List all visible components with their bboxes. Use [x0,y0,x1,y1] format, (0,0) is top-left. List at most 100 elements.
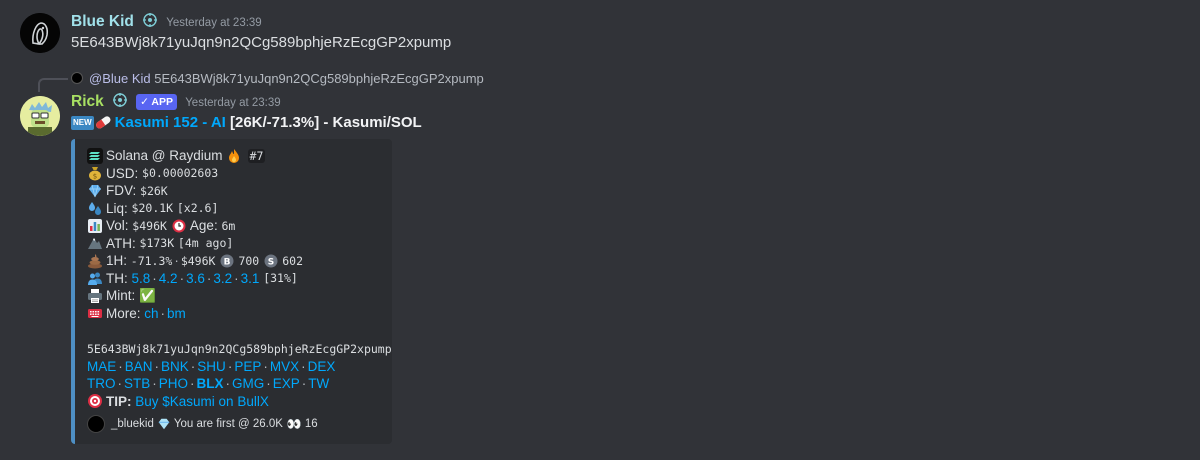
trade-link-gmg[interactable]: GMG [232,376,264,391]
ath-value: $173K [139,236,175,251]
more-label: More: [106,305,141,321]
trade-link-mae[interactable]: MAE [87,359,116,374]
mint-label: Mint: [106,288,136,304]
fdv-line: FDV: $26K [87,182,382,200]
token-embed: Solana @ Raydium #7 $ USD: $0.00002603 F… [71,139,392,444]
mountain-icon [87,235,103,251]
usd-line: $ USD: $0.00002603 [87,165,382,183]
tip-link[interactable]: Buy $Kasumi on BullX [135,394,269,409]
clock-icon [171,218,187,234]
h1-buys: 700 [238,253,260,268]
solana-icon [87,147,103,164]
trade-link-blx[interactable]: BLX [197,376,224,391]
eyes-icon: 👀 [286,417,302,431]
th-link-5-8[interactable]: 5.8 [132,271,151,286]
footer-avatar [87,415,105,433]
separator-dot: · [266,376,271,392]
token-title-link[interactable]: Kasumi 152 - AI [115,114,226,131]
h1-line: 1H: -71.3% · $496K B 700 S 602 [87,252,382,270]
rick-username[interactable]: Rick [71,93,104,110]
address-line: 5E643BWj8k71yuJqn9n2QCg589bphjeRzEcgGP2x… [87,340,392,358]
embed-footer: _bluekid You are first @ 26.0K 👀 16 [87,414,382,434]
ath-ago: [4m ago] [177,236,234,251]
th-percent: [31%] [263,271,298,286]
svg-text:S: S [268,257,274,267]
usd-label: USD: [106,165,139,181]
separator-dot: · [206,270,212,286]
separator-dot: · [301,376,307,392]
separator-dot: · [152,376,157,392]
th-link-3-2[interactable]: 3.2 [213,271,232,286]
separator-dot: · [225,376,231,392]
reply-preview[interactable]: @Blue Kid 5E643BWj8k71yuJqn9n2QCg589bphj… [89,70,484,88]
check-mark-icon: ✅ [139,287,156,303]
liq-multiplier: [x2.6] [176,201,219,216]
h1-sells: 602 [282,253,304,268]
ath-line: ATH: $173K [4m ago] [87,235,382,253]
token-address[interactable]: 5E643BWj8k71yuJqn9n2QCg589bphjeRzEcgGP2x… [87,342,392,356]
separator-dot: · [160,305,166,321]
more-link-bm[interactable]: bm [167,306,186,321]
vol-line: Vol: $496K Age: 6m [87,217,382,235]
age-value: 6m [221,218,236,233]
trade-link-tro[interactable]: TRO [87,376,116,391]
trade-link-shu[interactable]: SHU [197,359,226,374]
svg-text:B: B [224,257,231,267]
links-row-1: MAE · BAN · BNK · SHU · PEP · MVX · DEX [87,358,382,376]
trade-link-ban[interactable]: BAN [125,359,153,374]
separator-dot: · [227,358,233,374]
h1-label: 1H: [106,253,128,269]
trade-link-pep[interactable]: PEP [234,359,261,374]
separator-dot: · [190,376,195,392]
fire-icon [226,148,242,164]
printer-icon [87,288,103,304]
gem-icon [87,183,103,199]
rank-badge: #7 [247,148,266,163]
trade-link-exp[interactable]: EXP [273,376,300,391]
h1-separator: · [174,253,179,269]
th-label: TH: [106,270,128,286]
droplets-icon [87,200,103,216]
separator-dot: · [154,358,160,374]
usd-value: $0.00002603 [142,166,219,181]
server-tag-icon [142,12,158,28]
buy-b-icon: B [219,253,235,269]
separator-dot: · [263,358,268,374]
more-link-ch[interactable]: ch [144,306,158,321]
trade-link-dex[interactable]: DEX [308,359,336,374]
blue-kid-username[interactable]: Blue Kid [71,13,134,30]
message-timestamp[interactable]: Yesterday at 23:39 [166,17,261,29]
separator-dot: · [190,358,196,374]
th-link-3-1[interactable]: 3.1 [241,271,260,286]
trade-link-tw[interactable]: TW [308,376,329,391]
mint-line: Mint: ✅ [87,287,382,305]
trade-link-bnk[interactable]: BNK [161,359,189,374]
money-bag-icon: $ [87,165,103,181]
th-link-3-6[interactable]: 3.6 [186,271,205,286]
more-line: More: ch · bm [87,305,382,323]
separator-dot: · [301,358,306,374]
reply-avatar[interactable] [71,72,83,84]
ath-label: ATH: [106,235,136,251]
vol-label: Vol: [106,218,129,234]
footer-user: _bluekid [111,418,154,430]
trade-link-mvx[interactable]: MVX [270,359,299,374]
reply-mention[interactable]: @Blue Kid [89,71,151,86]
blue-kid-avatar[interactable] [20,13,60,53]
keyboard-icon [87,305,103,321]
tip-label: TIP: [106,393,132,409]
message-timestamp[interactable]: Yesterday at 23:39 [185,97,280,109]
th-link-4-2[interactable]: 4.2 [159,271,178,286]
message-content: 5E643BWj8k71yuJqn9n2QCg589bphjeRzEcgGP2x… [71,34,452,51]
separator-dot: · [152,270,157,286]
trade-link-pho[interactable]: PHO [159,376,188,391]
footer-count: 16 [304,418,318,430]
holders-icon [87,270,103,286]
footer-text: You are first @ 26.0K [173,418,283,430]
chain-dex-label: Solana @ Raydium [106,148,223,164]
diamond-bag-icon [157,417,171,431]
separator-dot: · [179,270,185,286]
liq-value: $20.1K [131,201,174,216]
trade-link-stb[interactable]: STB [124,376,150,391]
rick-avatar[interactable] [20,96,60,136]
